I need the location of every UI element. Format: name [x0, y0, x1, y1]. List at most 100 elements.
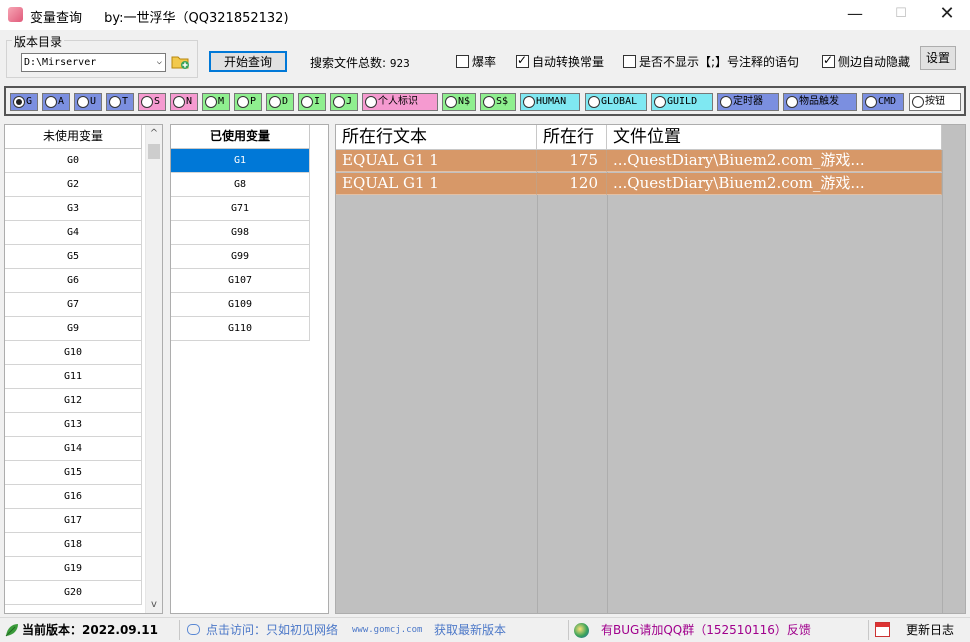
- list-item[interactable]: G5: [5, 245, 142, 269]
- radio-dot-icon[interactable]: [301, 96, 313, 108]
- radio-dot-icon[interactable]: [365, 96, 377, 108]
- radio-dot-icon[interactable]: [109, 96, 121, 108]
- radio-dot-icon[interactable]: [720, 96, 732, 108]
- radio-dot-icon[interactable]: [269, 96, 281, 108]
- radio-dot-icon[interactable]: [237, 96, 249, 108]
- radio-12[interactable]: 个人标识: [362, 93, 438, 111]
- radio-11[interactable]: J: [330, 93, 358, 111]
- radio-6[interactable]: N: [170, 93, 198, 111]
- radio-dot-icon[interactable]: [141, 96, 153, 108]
- minimize-button[interactable]: —: [832, 0, 878, 30]
- list-item[interactable]: G99: [171, 245, 310, 269]
- column-header-line-number[interactable]: 所在行: [537, 125, 607, 150]
- list-item[interactable]: G19: [5, 557, 142, 581]
- checkbox-auto-convert[interactable]: 自动转换常量: [516, 53, 604, 70]
- radio-20[interactable]: CMD: [862, 93, 904, 111]
- checkbox-auto-hide-side[interactable]: 侧边自动隐藏: [822, 53, 910, 70]
- checkbox-drop-rate-box[interactable]: [456, 55, 469, 68]
- used-variables-list[interactable]: 已使用变量 G1 G8 G71 G98 G99 G107 G109 G110: [170, 124, 329, 614]
- radio-dot-icon[interactable]: [205, 96, 217, 108]
- checkbox-hide-comments[interactable]: 是否不显示【;】号注释的语句: [623, 53, 799, 70]
- list-item[interactable]: G110: [171, 317, 310, 341]
- list-item[interactable]: G20: [5, 581, 142, 605]
- radio-dot-icon[interactable]: [45, 96, 57, 108]
- radio-15[interactable]: HUMAN: [520, 93, 580, 111]
- table-row[interactable]: EQUAL G1 1 120 ...QuestDiary\Biuem2.com_游戏…: [336, 173, 942, 195]
- radio-dot-icon[interactable]: [865, 96, 877, 108]
- radio-2[interactable]: A: [42, 93, 70, 111]
- list-item[interactable]: G11: [5, 365, 142, 389]
- website-link[interactable]: www.gomcj.com: [352, 618, 422, 642]
- update-log-button[interactable]: 更新日志: [906, 618, 954, 642]
- list-item[interactable]: G10: [5, 341, 142, 365]
- list-item[interactable]: G14: [5, 437, 142, 461]
- radio-4[interactable]: T: [106, 93, 134, 111]
- folder-add-icon[interactable]: [171, 54, 190, 70]
- latest-version-link[interactable]: 获取最新版本: [434, 618, 506, 642]
- radio-10[interactable]: I: [298, 93, 326, 111]
- list-item[interactable]: G7: [5, 293, 142, 317]
- scroll-down-icon[interactable]: v: [146, 596, 162, 613]
- close-button[interactable]: ✕: [924, 0, 970, 30]
- radio-dot-icon[interactable]: [483, 96, 495, 108]
- maximize-button[interactable]: ☐: [878, 0, 924, 30]
- bug-report-link[interactable]: 有BUG请加QQ群（152510116）反馈: [601, 618, 811, 642]
- list-item[interactable]: G1: [171, 149, 310, 173]
- radio-dot-icon[interactable]: [654, 96, 666, 108]
- list-item[interactable]: G17: [5, 509, 142, 533]
- directory-select[interactable]: D:\Mirserver ⌵: [21, 53, 166, 72]
- list-item[interactable]: G12: [5, 389, 142, 413]
- results-grid[interactable]: 所在行文本 所在行 文件位置 EQUAL G1 1 175 ...QuestDiar…: [335, 124, 966, 614]
- scroll-up-icon[interactable]: ^: [146, 125, 162, 142]
- scroll-thumb[interactable]: [148, 144, 160, 159]
- radio-1[interactable]: G: [10, 93, 38, 111]
- checkbox-drop-rate[interactable]: 爆率: [456, 53, 496, 70]
- list-item[interactable]: G4: [5, 221, 142, 245]
- column-header-file-location[interactable]: 文件位置: [607, 125, 942, 150]
- radio-18[interactable]: 定时器: [717, 93, 779, 111]
- radio-17[interactable]: GUILD: [651, 93, 713, 111]
- list-item[interactable]: G8: [171, 173, 310, 197]
- radio-dot-icon[interactable]: [912, 96, 924, 108]
- radio-dot-icon[interactable]: [445, 96, 457, 108]
- unused-variables-list[interactable]: 未使用变量 G0 G2 G3 G4 G5 G6 G7 G9 G10 G11 G12 G13 G14 G15…: [4, 124, 163, 614]
- checkbox-hide-comments-box[interactable]: [623, 55, 636, 68]
- radio-dot-icon[interactable]: [588, 96, 600, 108]
- radio-3[interactable]: U: [74, 93, 102, 111]
- checkbox-auto-convert-box[interactable]: [516, 53, 529, 68]
- column-header-line-text[interactable]: 所在行文本: [336, 125, 537, 150]
- list-item[interactable]: G16: [5, 485, 142, 509]
- radio-19[interactable]: 物品触发: [783, 93, 857, 111]
- start-query-button[interactable]: 开始查询: [209, 51, 287, 72]
- radio-8[interactable]: P: [234, 93, 262, 111]
- list-item[interactable]: G98: [171, 221, 310, 245]
- radio-dot-icon[interactable]: [13, 96, 25, 108]
- radio-5[interactable]: S: [138, 93, 166, 111]
- radio-dot-icon[interactable]: [786, 96, 798, 108]
- list-item[interactable]: G107: [171, 269, 310, 293]
- list-item[interactable]: G0: [5, 149, 142, 173]
- list-item[interactable]: G6: [5, 269, 142, 293]
- unused-list-scrollbar[interactable]: ^ v: [145, 125, 162, 613]
- list-item[interactable]: G71: [171, 197, 310, 221]
- checkbox-auto-hide-side-box[interactable]: [822, 53, 835, 68]
- list-item[interactable]: G9: [5, 317, 142, 341]
- list-item[interactable]: G15: [5, 461, 142, 485]
- settings-button[interactable]: 设置: [920, 46, 956, 70]
- radio-dot-icon[interactable]: [77, 96, 89, 108]
- list-item[interactable]: G13: [5, 413, 142, 437]
- list-item[interactable]: G3: [5, 197, 142, 221]
- radio-13[interactable]: N$: [442, 93, 476, 111]
- radio-7[interactable]: M: [202, 93, 230, 111]
- radio-dot-icon[interactable]: [333, 96, 345, 108]
- radio-9[interactable]: D: [266, 93, 294, 111]
- list-item[interactable]: G109: [171, 293, 310, 317]
- radio-14[interactable]: S$: [480, 93, 516, 111]
- list-item[interactable]: G18: [5, 533, 142, 557]
- radio-dot-icon[interactable]: [523, 96, 535, 108]
- visit-link[interactable]: 点击访问：只如初见网络: [206, 618, 338, 642]
- list-item[interactable]: G2: [5, 173, 142, 197]
- table-row[interactable]: EQUAL G1 1 175 ...QuestDiary\Biuem2.com_游戏…: [336, 150, 942, 172]
- radio-dot-icon[interactable]: [173, 96, 185, 108]
- radio-16[interactable]: GLOBAL: [585, 93, 647, 111]
